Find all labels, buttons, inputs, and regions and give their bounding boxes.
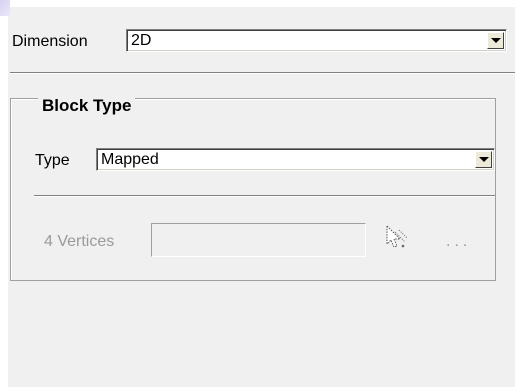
type-label: Type	[35, 152, 70, 169]
dimension-select[interactable]: 2D	[126, 29, 507, 52]
browse-ellipsis-button[interactable]: ...	[446, 234, 471, 250]
group-divider	[34, 195, 495, 197]
dimension-dropdown-chevron-down-icon[interactable]	[487, 32, 504, 49]
type-dropdown-chevron-down-icon[interactable]	[475, 151, 492, 168]
dimension-label: Dimension	[12, 33, 88, 50]
type-value: Mapped	[101, 151, 159, 168]
vertices-input[interactable]	[151, 223, 366, 257]
corner-accent	[0, 0, 10, 16]
block-type-title: Block Type	[38, 96, 136, 116]
type-select[interactable]: Mapped	[96, 148, 495, 171]
vertices-label: 4 Vertices	[44, 233, 115, 250]
dimension-value: 2D	[131, 32, 152, 49]
pointer-select-icon[interactable]	[381, 222, 411, 254]
top-divider	[10, 72, 515, 74]
